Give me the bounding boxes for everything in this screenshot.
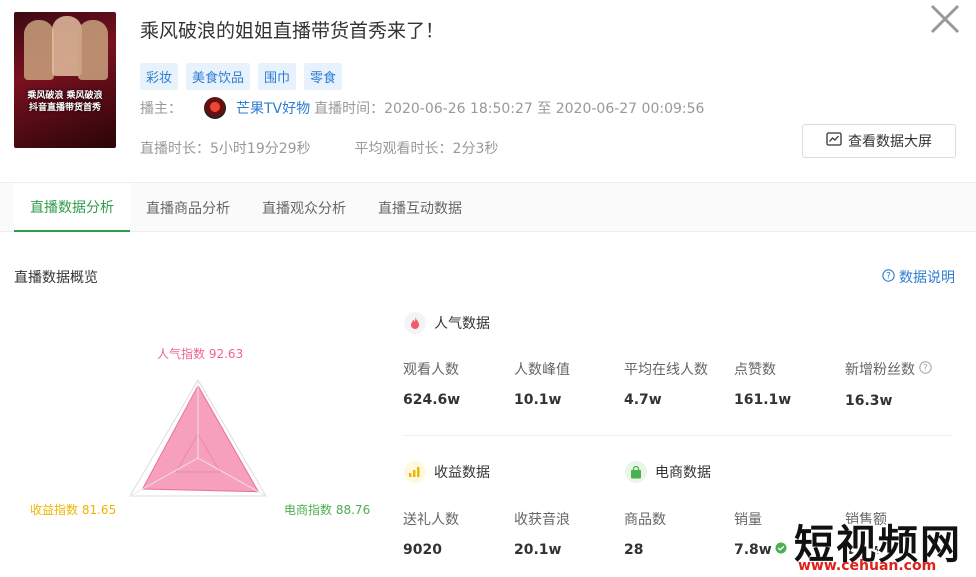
stat-value-sound-waves: 20.1w <box>514 542 562 558</box>
shopping-bag-icon <box>625 461 647 483</box>
duration-value: 5小时19分29秒 <box>210 141 311 157</box>
duration-label: 直播时长： <box>140 141 210 157</box>
stat-label-sound-waves: 收获音浪 <box>514 512 570 528</box>
stat-label-new-fans-text: 新增粉丝数 <box>845 362 915 378</box>
stat-label-new-fans: 新增粉丝数 ? <box>845 359 932 379</box>
radar-chart: 人气指数 92.63 收益指数 81.65 电商指数 88.76 <box>0 330 400 530</box>
tab-bar: 直播数据分析 直播商品分析 直播观众分析 直播互动数据 <box>0 182 976 232</box>
tab-product-analysis[interactable]: 直播商品分析 <box>130 183 246 232</box>
duration-info: 直播时长：5小时19分29秒 平均观看时长：2分3秒 <box>140 138 498 158</box>
close-icon[interactable] <box>928 2 962 36</box>
tab-interaction-data[interactable]: 直播互动数据 <box>362 183 478 232</box>
avg-watch-value: 2分3秒 <box>452 141 499 157</box>
view-dashboard-button[interactable]: 查看数据大屏 <box>802 124 956 158</box>
cover-person <box>24 20 54 80</box>
popularity-group-title: 人气数据 <box>434 316 490 332</box>
stat-value-gift-givers: 9020 <box>403 542 442 558</box>
verified-check-icon <box>775 542 787 558</box>
stat-value-new-fans: 16.3w <box>845 393 893 409</box>
stat-value-likes: 161.1w <box>734 392 792 408</box>
tag[interactable]: 零食 <box>304 63 343 90</box>
live-time-value: 2020-06-26 18:50:27 至 2020-06-27 00:09:5… <box>384 101 705 117</box>
ecommerce-group-title: 电商数据 <box>655 465 711 481</box>
stat-value-sales-volume: 7.8w <box>734 542 772 558</box>
stat-label-product-count: 商品数 <box>624 512 666 528</box>
radar-popularity-label: 人气指数 92.63 <box>157 345 243 362</box>
stat-value-peak: 10.1w <box>514 392 562 408</box>
radar-revenue-value: 81.65 <box>81 503 117 517</box>
radar-revenue-name: 收益指数 <box>30 503 79 517</box>
ecommerce-group-header: 电商数据 <box>625 461 711 483</box>
site-watermark: 短视频网 www.cehuan.com <box>790 512 976 577</box>
radar-ecommerce-value: 88.76 <box>335 503 371 517</box>
section-divider <box>403 435 953 436</box>
stat-label-avg-online: 平均在线人数 <box>624 362 708 378</box>
svg-text:?: ? <box>923 363 928 373</box>
radar-ecommerce-label: 电商指数 88.76 <box>284 501 370 518</box>
live-cover-image[interactable]: 乘风破浪 乘风破浪 抖音直播带货首秀 <box>14 12 116 148</box>
stat-label-gift-givers: 送礼人数 <box>403 512 459 528</box>
radar-ecommerce-name: 电商指数 <box>284 503 333 517</box>
stat-value-sales-volume-wrap: 7.8w <box>734 542 787 558</box>
question-icon[interactable]: ? <box>919 360 932 378</box>
watermark-url: www.cehuan.com <box>798 558 937 574</box>
tag-list: 彩妆 美食饮品 围巾 零食 <box>140 63 343 90</box>
stat-label-likes: 点赞数 <box>734 362 776 378</box>
stat-label-views: 观看人数 <box>403 362 459 378</box>
anchor-name-link[interactable]: 芒果TV好物 <box>236 98 310 118</box>
stat-value-product-count: 28 <box>624 542 644 558</box>
stat-value-views: 624.6w <box>403 392 461 408</box>
tab-live-data[interactable]: 直播数据分析 <box>14 183 130 232</box>
bar-chart-icon <box>404 461 426 483</box>
cover-person <box>78 20 108 80</box>
svg-text:?: ? <box>886 271 891 281</box>
anchor-info: 播主： 芒果TV好物 直播时间： 2020-06-26 18:50:27 至 2… <box>140 96 704 120</box>
revenue-group-title: 收益数据 <box>434 465 490 481</box>
page-title: 乘风破浪的姐姐直播带货首秀来了！ <box>140 20 445 42</box>
tag[interactable]: 彩妆 <box>140 63 179 90</box>
stat-label-sales-volume: 销量 <box>734 512 762 528</box>
radar-popularity-name: 人气指数 <box>157 347 206 361</box>
fire-icon <box>404 312 426 334</box>
avatar[interactable] <box>204 97 226 119</box>
revenue-group-header: 收益数据 <box>404 461 490 483</box>
radar-revenue-label: 收益指数 81.65 <box>30 501 116 518</box>
stat-label-peak: 人数峰值 <box>514 362 570 378</box>
data-help-link[interactable]: ? 数据说明 <box>882 267 955 287</box>
live-time-label: 直播时间： <box>314 101 385 117</box>
cover-text: 乘风破浪 乘风破浪 抖音直播带货首秀 <box>27 91 103 113</box>
data-help-label: 数据说明 <box>899 270 955 286</box>
view-dashboard-label: 查看数据大屏 <box>848 134 932 150</box>
stat-value-avg-online: 4.7w <box>624 392 662 408</box>
tag[interactable]: 围巾 <box>258 63 297 90</box>
radar-popularity-value: 92.63 <box>208 347 244 361</box>
tab-audience-analysis[interactable]: 直播观众分析 <box>246 183 362 232</box>
anchor-label: 播主： <box>140 101 182 117</box>
question-icon: ? <box>882 268 895 286</box>
popularity-group-header: 人气数据 <box>404 312 490 334</box>
chart-icon <box>826 132 842 150</box>
avg-watch-label: 平均观看时长： <box>354 141 453 157</box>
tag[interactable]: 美食饮品 <box>186 63 251 90</box>
overview-title: 直播数据概览 <box>14 270 98 286</box>
